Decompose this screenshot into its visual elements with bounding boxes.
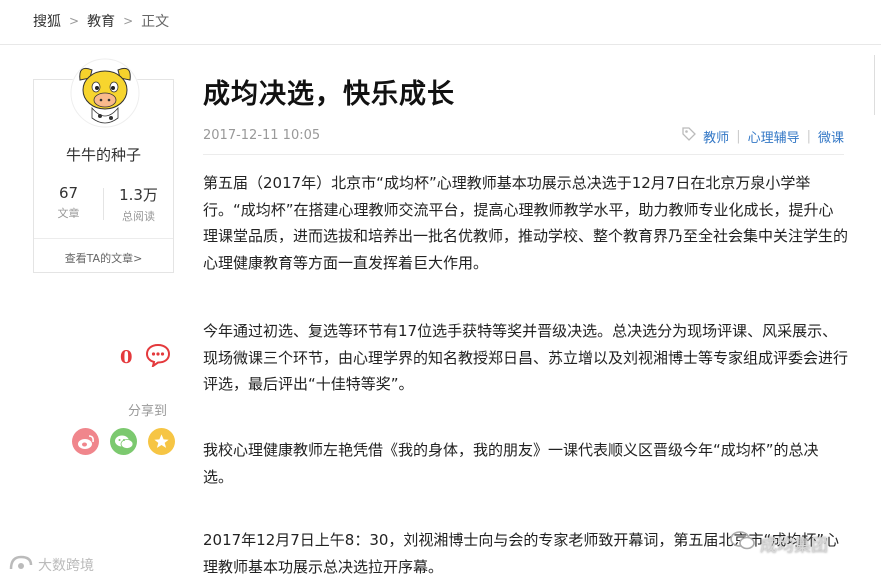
breadcrumb: 搜狐 > 教育 > 正文 <box>33 11 169 31</box>
articles-count: 67 <box>58 184 79 202</box>
tag-separator: | <box>806 128 811 144</box>
breadcrumb-site-link[interactable]: 搜狐 <box>33 11 61 31</box>
meta-divider <box>203 154 844 155</box>
tag-link[interactable]: 心理辅导 <box>748 127 800 146</box>
share-label: 分享到 <box>128 404 168 419</box>
tag-separator: | <box>736 128 741 144</box>
author-stats: 67 文章 1.3万 总阅读 <box>34 184 173 224</box>
weibo-icon[interactable] <box>72 428 99 455</box>
tag-link[interactable]: 微课 <box>818 127 844 146</box>
favorite-star-icon[interactable] <box>148 428 175 455</box>
tag-link[interactable]: 教师 <box>703 127 729 146</box>
stat-reads: 1.3万 总阅读 <box>104 184 173 224</box>
article-paragraph: 我校心理健康教师左艳凭借《我的身体，我的朋友》一课代表顺义区晋级今年“成均杯”的… <box>203 441 819 486</box>
breadcrumb-section-link[interactable]: 教育 <box>87 11 115 31</box>
reads-label: 总阅读 <box>122 210 155 223</box>
watermark-right: 成均集团 <box>730 530 828 557</box>
article-paragraph: 第五届（2017年）北京市“成均杯”心理教师基本功展示总决选于12月7日在北京万… <box>203 174 849 272</box>
author-name[interactable]: 牛牛的种子 <box>34 144 173 165</box>
comment-count: 0 <box>120 346 133 368</box>
watermark-logo-icon <box>8 553 34 577</box>
tag-icon <box>681 126 697 146</box>
breadcrumb-separator: > <box>69 14 80 28</box>
comment-area[interactable]: 0 <box>120 343 171 371</box>
breadcrumb-current: 正文 <box>141 14 170 30</box>
wechat-watermark-icon <box>730 530 756 557</box>
breadcrumb-separator: > <box>123 14 134 28</box>
card-divider <box>34 238 173 239</box>
watermark-right-text: 成均集团 <box>760 536 828 556</box>
article-tags: 教师 | 心理辅导 | 微课 <box>681 126 844 146</box>
author-avatar[interactable] <box>70 58 140 128</box>
watermark-left: 大数跨境 <box>8 553 94 577</box>
article-date: 2017-12-11 10:05 <box>203 128 321 143</box>
page-scroll-edge <box>874 55 881 115</box>
comment-icon[interactable] <box>145 343 171 371</box>
share-buttons <box>72 428 175 455</box>
wechat-icon[interactable] <box>110 428 137 455</box>
article-title: 成均决选，快乐成长 <box>203 79 455 110</box>
stat-articles: 67 文章 <box>34 184 103 224</box>
header-divider <box>0 44 881 45</box>
author-card: 牛牛的种子 67 文章 1.3万 总阅读 查看TA的文章> <box>33 58 174 273</box>
reads-count: 1.3万 <box>119 186 158 204</box>
articles-label: 文章 <box>57 207 80 220</box>
watermark-left-text: 大数跨境 <box>38 558 94 574</box>
view-author-articles-link[interactable]: 查看TA的文章> <box>34 250 173 266</box>
article-paragraph: 今年通过初选、复选等环节有17位选手获特等奖并晋级决选。总决选分为现场评课、风采… <box>203 322 849 393</box>
